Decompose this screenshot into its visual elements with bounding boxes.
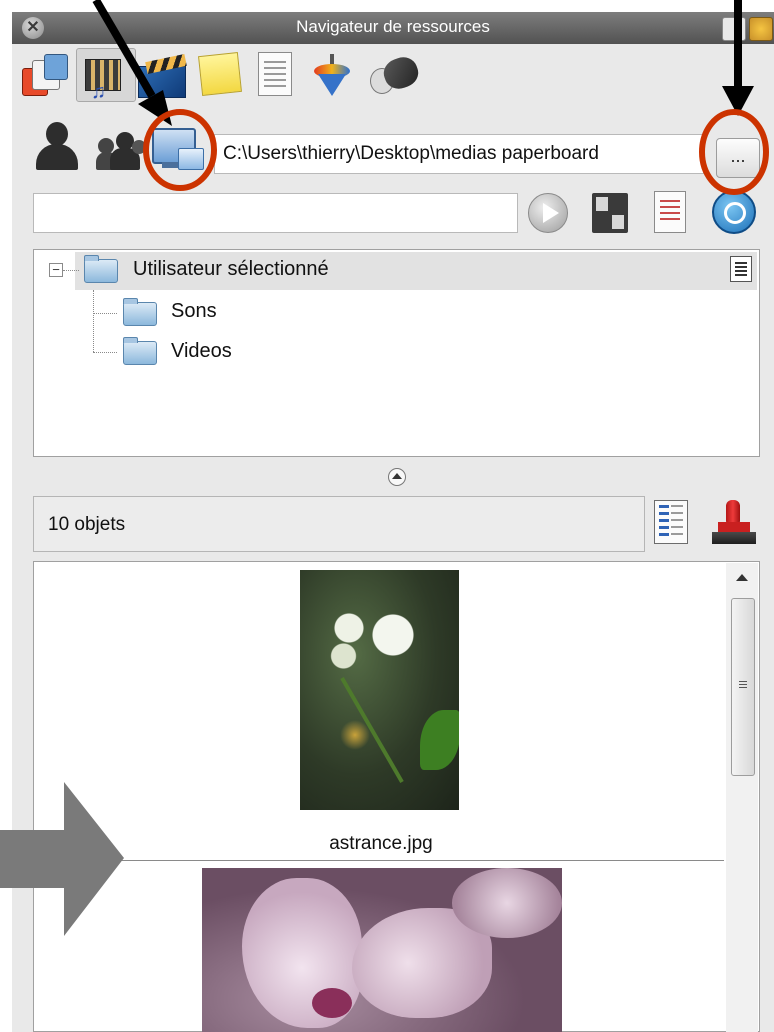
list-item[interactable]: astrance.jpg	[38, 565, 724, 860]
splitter-collapse-icon[interactable]	[388, 468, 406, 486]
restore-icon[interactable]	[722, 17, 746, 41]
folder-icon	[123, 337, 157, 365]
tree-item-videos[interactable]: Videos	[171, 340, 232, 363]
object-count: 10 objets	[33, 496, 645, 552]
thumbnail-image	[300, 570, 459, 810]
search-input[interactable]	[33, 193, 518, 233]
title-bar: Navigateur de ressources	[12, 12, 774, 44]
toolbar: ♫	[20, 48, 760, 102]
sort-icon[interactable]	[592, 193, 628, 233]
mouse-device-icon[interactable]	[370, 53, 423, 94]
folder-icon	[123, 298, 157, 326]
path-field[interactable]: C:\Users\thierry\Desktop\medias paperboa…	[214, 134, 704, 174]
item-caption: astrance.jpg	[329, 833, 433, 854]
clapboard-icon[interactable]	[138, 53, 188, 98]
item-divider	[38, 860, 724, 861]
spinning-top-icon[interactable]	[312, 54, 352, 98]
play-icon[interactable]	[528, 193, 568, 233]
media-gallery-icon[interactable]	[22, 54, 68, 98]
stamp-icon[interactable]	[712, 500, 756, 546]
close-icon[interactable]: ✕	[22, 17, 44, 39]
single-user-icon[interactable]	[36, 122, 80, 172]
scroll-thumb[interactable]	[731, 598, 755, 776]
film-music-icon[interactable]: ♫	[76, 48, 136, 102]
window-title: Navigateur de ressources	[296, 17, 490, 36]
thumbnail-image	[202, 868, 562, 1032]
properties-document-icon[interactable]	[654, 191, 686, 233]
tree-options-icon[interactable]	[730, 256, 752, 282]
scroll-up-icon[interactable]	[736, 574, 748, 581]
list-view-icon[interactable]	[654, 500, 688, 544]
search-refresh-icon[interactable]	[712, 190, 756, 234]
tree-root-label[interactable]: Utilisateur sélectionné	[133, 258, 329, 281]
tree-item-sons[interactable]: Sons	[171, 300, 217, 323]
pin-icon[interactable]	[749, 17, 773, 41]
document-icon[interactable]	[258, 52, 292, 96]
sticky-note-icon[interactable]	[198, 52, 242, 96]
list-item[interactable]	[38, 868, 724, 1032]
group-users-icon[interactable]	[96, 128, 148, 172]
browse-button[interactable]: ...	[716, 138, 760, 178]
folder-icon	[84, 255, 118, 283]
computer-folder-icon[interactable]	[152, 126, 208, 176]
tree-expander[interactable]: −	[49, 263, 63, 277]
